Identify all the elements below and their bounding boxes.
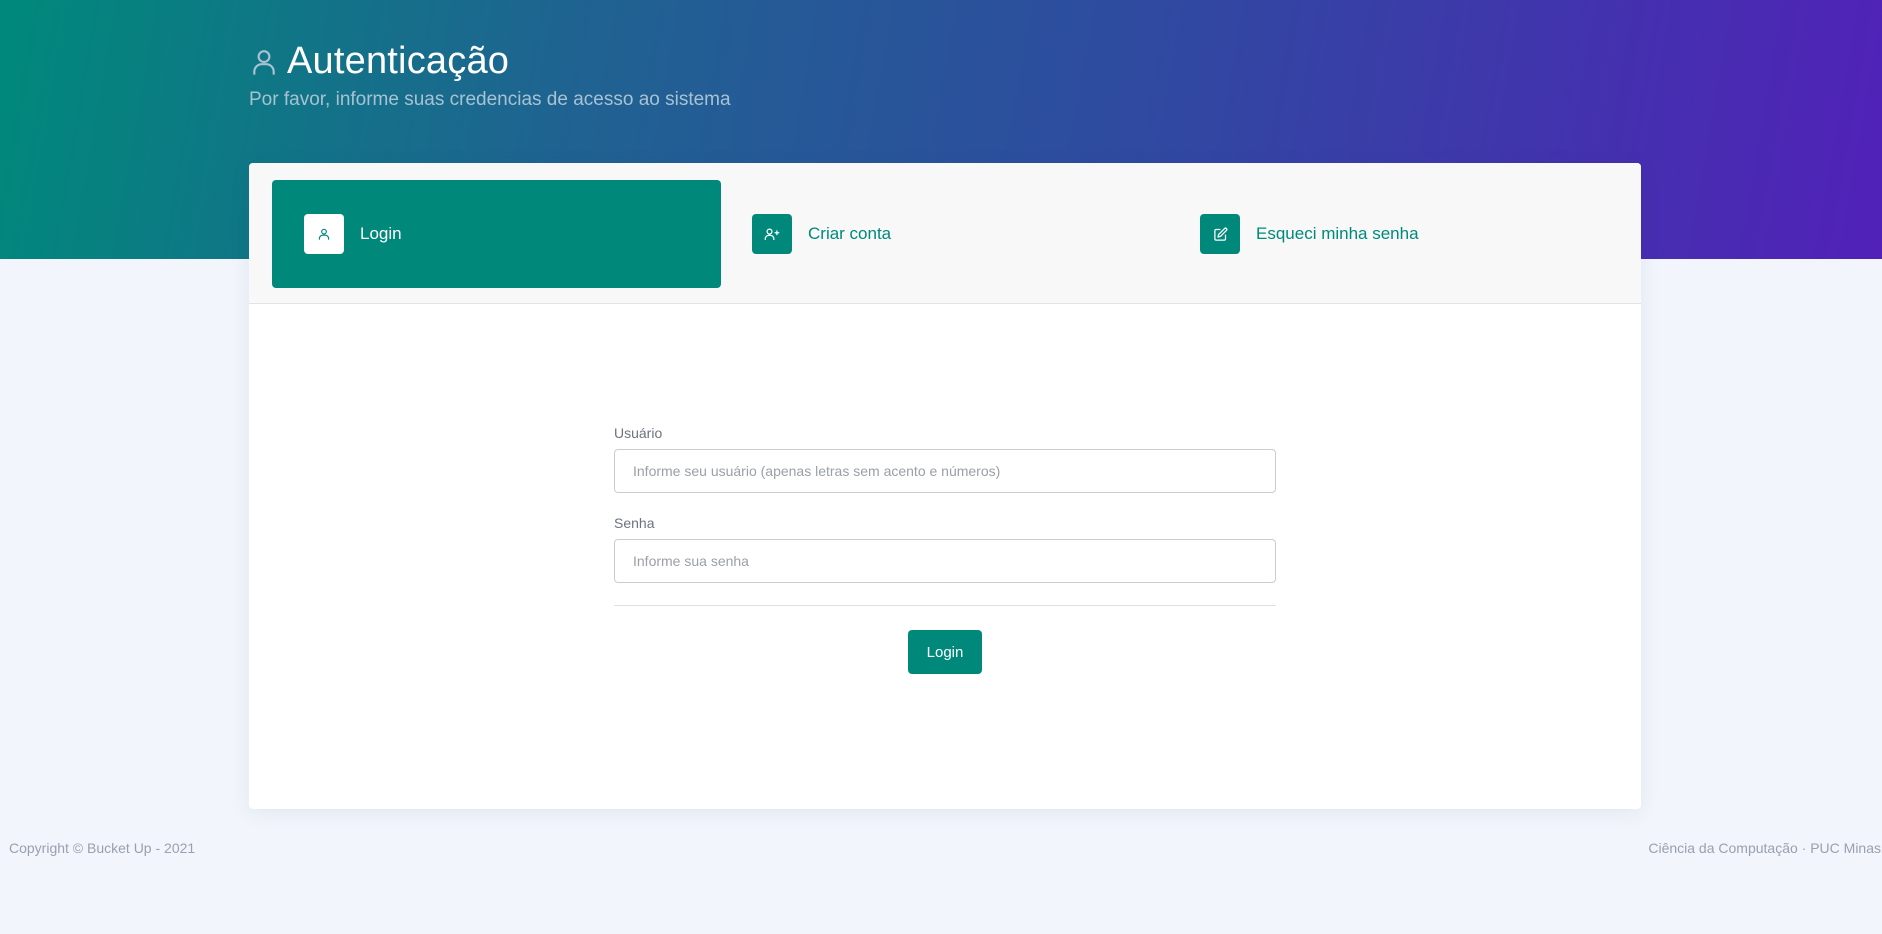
- tab-label: Login: [360, 224, 402, 243]
- page-subtitle: Por favor, informe suas credencias de ac…: [249, 89, 731, 110]
- username-input[interactable]: [614, 449, 1276, 493]
- password-label: Senha: [614, 515, 655, 531]
- login-form: Usuário Senha Login: [614, 425, 1276, 674]
- form-divider: [614, 605, 1276, 606]
- user-icon: [249, 45, 279, 79]
- tab-forgot-password[interactable]: Esqueci minha senha: [1168, 180, 1617, 288]
- user-icon: [304, 214, 344, 254]
- tab-create-account[interactable]: Criar conta: [720, 180, 1169, 288]
- submit-row: Login: [614, 630, 1276, 674]
- auth-tabs: Login Criar conta Esqueci minha senha: [249, 163, 1641, 304]
- tab-label: Esqueci minha senha: [1256, 224, 1419, 243]
- login-button[interactable]: Login: [908, 630, 982, 674]
- footer-copyright: Copyright © Bucket Up - 2021: [9, 840, 196, 856]
- password-input[interactable]: [614, 539, 1276, 583]
- title-row: Autenticação: [249, 40, 731, 83]
- username-label: Usuário: [614, 425, 663, 441]
- user-plus-icon: [752, 214, 792, 254]
- footer-credits: Ciência da Computação · PUC Minas: [1648, 840, 1881, 856]
- edit-icon: [1200, 214, 1240, 254]
- page-title: Autenticação: [287, 40, 510, 82]
- auth-card: Login Criar conta Esqueci minha senha Us…: [249, 163, 1641, 809]
- page-header: Autenticação Por favor, informe suas cre…: [249, 40, 731, 111]
- tab-label: Criar conta: [808, 224, 892, 243]
- username-field-group: Usuário: [614, 425, 1276, 493]
- tab-login[interactable]: Login: [272, 180, 721, 288]
- password-field-group: Senha: [614, 515, 1276, 583]
